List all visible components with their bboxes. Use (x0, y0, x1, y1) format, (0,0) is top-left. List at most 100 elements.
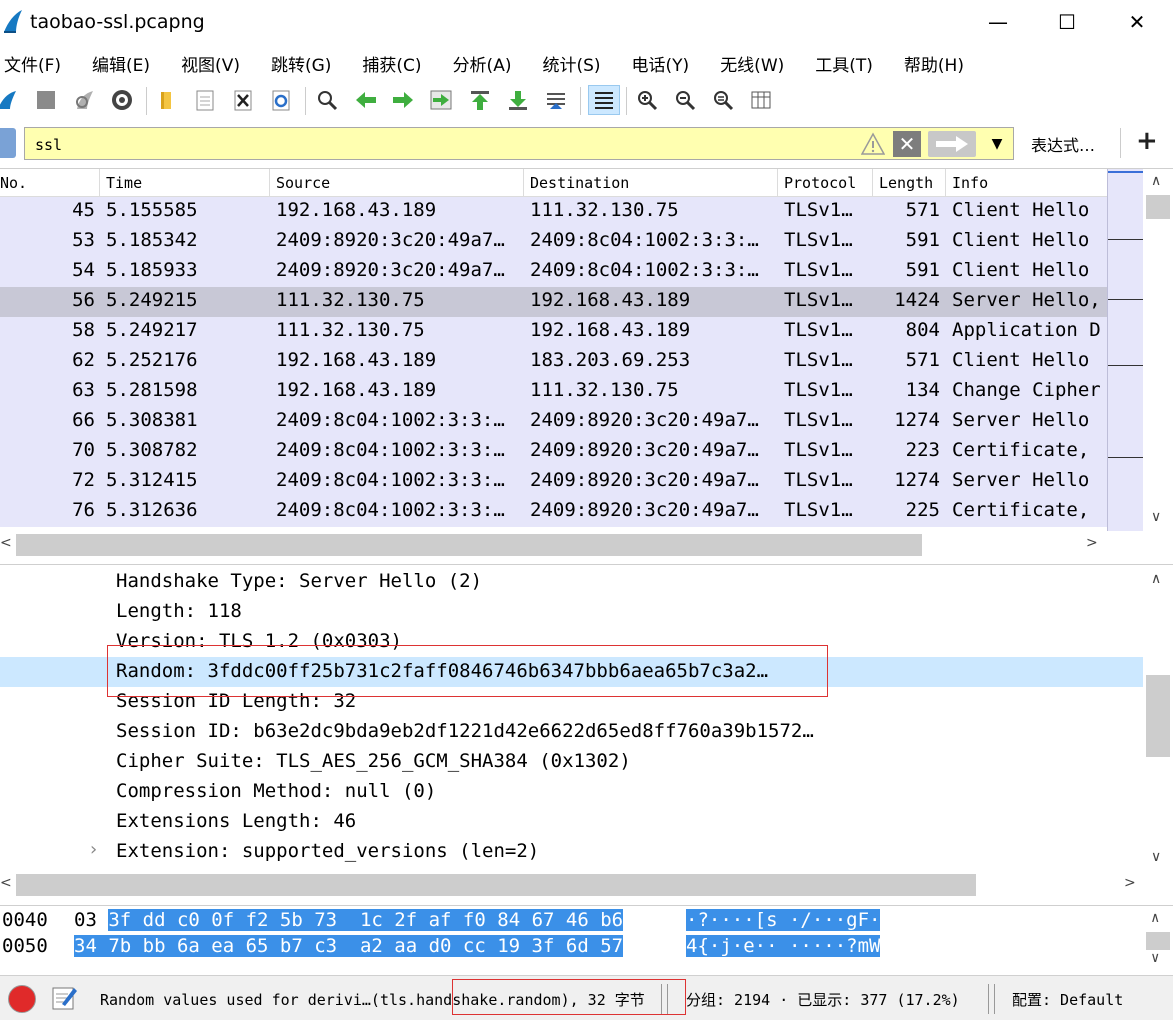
menu-edit[interactable]: 编辑(E) (92, 51, 150, 76)
last-packet-button[interactable] (505, 87, 531, 113)
save-file-button[interactable] (192, 87, 218, 113)
packet-row[interactable]: 72 5.312415 2409:8c04:1002:3:3:… 2409:8920:… (0, 467, 1107, 497)
go-back-button[interactable] (353, 87, 379, 113)
packet-cell-no: 63 (72, 379, 95, 401)
details-vertical-scrollbar[interactable]: ∧ ∨ (1143, 565, 1173, 871)
display-filter-input[interactable]: ssl ✕ ▼ (24, 127, 1014, 160)
column-header-source[interactable]: Source (270, 169, 524, 197)
detail-line[interactable]: Session ID Length: 32 (0, 687, 1143, 717)
detail-text: Random: 3fddc00ff25b731c2faff0846746b634… (116, 660, 769, 682)
first-packet-button[interactable] (467, 87, 493, 113)
packet-row[interactable]: 58 5.249217 111.32.130.75 192.168.43.189 TLS… (0, 317, 1107, 347)
packet-row[interactable]: 63 5.281598 192.168.43.189 111.32.130.75 TLS… (0, 377, 1107, 407)
details-horizontal-scrollbar[interactable]: < > (0, 871, 1143, 899)
menu-tools[interactable]: 工具(T) (815, 51, 873, 76)
detail-line[interactable]: Cipher Suite: TLS_AES_256_GCM_SHA384 (0x… (0, 747, 1143, 777)
scroll-right-icon[interactable]: > (1086, 535, 1098, 551)
go-to-packet-button[interactable] (428, 87, 454, 113)
scroll-down-icon[interactable]: ∨ (1151, 509, 1161, 525)
packet-row[interactable]: 62 5.252176 192.168.43.189 183.203.69.253 TL… (0, 347, 1107, 377)
scroll-up-icon[interactable]: ∧ (1151, 173, 1161, 189)
colorize-button[interactable] (588, 85, 620, 115)
detail-line[interactable]: › Extension: supported_versions (len=2) (0, 837, 1143, 867)
scroll-thumb[interactable] (1146, 932, 1170, 950)
add-filter-button[interactable]: + (1136, 126, 1158, 156)
detail-line[interactable]: Session ID: b63e2dc9bda9eb2df1221d42e662… (0, 717, 1143, 747)
scroll-thumb[interactable] (16, 874, 976, 896)
scroll-thumb[interactable] (16, 534, 922, 556)
packet-list-vertical-scrollbar[interactable]: ∧ ∨ (1143, 169, 1173, 531)
scroll-down-icon[interactable]: ∨ (1151, 849, 1161, 865)
close-file-icon (234, 90, 252, 111)
column-header-no[interactable]: No. (0, 169, 100, 197)
packet-row[interactable]: 76 5.312636 2409:8c04:1002:3:3:… 2409:8920:… (0, 497, 1107, 527)
detail-line[interactable]: Compression Method: null (0) (0, 777, 1143, 807)
menu-view[interactable]: 视图(V) (181, 51, 240, 76)
filter-bookmark-button[interactable] (0, 128, 16, 158)
packet-row[interactable]: 45 5.155585 192.168.43.189 111.32.130.75 TLS… (0, 197, 1107, 227)
status-profile[interactable]: 配置: Default (1012, 989, 1123, 1010)
zoom-in-button[interactable] (634, 87, 660, 113)
menu-analyze[interactable]: 分析(A) (453, 51, 512, 76)
menu-telephony[interactable]: 电话(Y) (632, 51, 690, 76)
expert-info-icon[interactable] (8, 985, 36, 1013)
stop-capture-button[interactable] (33, 87, 59, 113)
restart-capture-button[interactable] (71, 87, 97, 113)
maximize-button[interactable]: ☐ (1032, 0, 1102, 44)
close-file-button[interactable] (230, 87, 256, 113)
scroll-up-icon[interactable]: ∧ (1151, 571, 1161, 587)
detail-line[interactable]: Version: TLS 1.2 (0x0303) (0, 627, 1143, 657)
column-header-destination[interactable]: Destination (524, 169, 778, 197)
clear-filter-button[interactable]: ✕ (893, 131, 921, 157)
column-header-time[interactable]: Time (100, 169, 270, 197)
packet-list-horizontal-scrollbar[interactable]: < > (0, 531, 1107, 559)
scroll-left-icon[interactable]: < (0, 875, 12, 891)
normal-size-button[interactable] (710, 87, 736, 113)
menu-capture[interactable]: 捕获(C) (362, 51, 421, 76)
menu-file[interactable]: 文件(F) (4, 51, 61, 76)
menu-help[interactable]: 帮助(H) (904, 51, 964, 76)
resize-columns-button[interactable] (748, 87, 774, 113)
find-packet-button[interactable] (314, 87, 340, 113)
column-header-info[interactable]: Info (946, 169, 1107, 197)
column-header-length[interactable]: Length (873, 169, 946, 197)
packet-row[interactable]: 53 5.185342 2409:8920:3c20:49a7… 2409:8c04:… (0, 227, 1107, 257)
scroll-down-icon[interactable]: ∨ (1151, 950, 1159, 966)
detail-line[interactable]: Handshake Type: Server Hello (2) (0, 567, 1143, 597)
close-window-button[interactable]: ✕ (1102, 0, 1172, 44)
detail-line[interactable]: Random: 3fddc00ff25b731c2faff0846746b634… (0, 657, 1143, 687)
expression-button[interactable]: 表达式… (1031, 132, 1095, 156)
packet-row[interactable]: 54 5.185933 2409:8920:3c20:49a7… 2409:8c04:… (0, 257, 1107, 287)
minimize-button[interactable]: — (963, 0, 1033, 44)
packet-row[interactable]: 66 5.308381 2409:8c04:1002:3:3:… 2409:8920:… (0, 407, 1107, 437)
menu-wireless[interactable]: 无线(W) (720, 51, 784, 76)
scroll-thumb[interactable] (1146, 675, 1170, 757)
open-file-button[interactable] (154, 87, 180, 113)
autoscroll-button[interactable] (543, 87, 569, 113)
start-capture-button[interactable] (0, 87, 20, 113)
detail-line[interactable]: Length: 118 (0, 597, 1143, 627)
filter-history-dropdown[interactable]: ▼ (983, 131, 1011, 157)
apply-filter-button[interactable] (928, 131, 976, 157)
scroll-up-icon[interactable]: ∧ (1151, 910, 1159, 926)
expand-arrow-icon[interactable]: › (88, 839, 99, 860)
column-header-protocol[interactable]: Protocol (778, 169, 873, 197)
bytes-vertical-scrollbar[interactable]: ∧ ∨ (1143, 906, 1173, 972)
capture-options-button[interactable] (109, 87, 135, 113)
scroll-left-icon[interactable]: < (0, 535, 12, 551)
reload-file-button[interactable] (268, 87, 294, 113)
go-forward-button[interactable] (390, 87, 416, 113)
menu-go[interactable]: 跳转(G) (271, 51, 331, 76)
packet-row[interactable]: 56 5.249215 111.32.130.75 192.168.43.189 TLS… (0, 287, 1107, 317)
menu-statistics[interactable]: 统计(S) (542, 51, 600, 76)
scroll-right-icon[interactable]: > (1124, 875, 1136, 891)
packet-minimap[interactable] (1107, 169, 1144, 531)
scroll-thumb[interactable] (1146, 195, 1170, 219)
packet-cell-length: 1274 (894, 469, 940, 491)
detail-line[interactable]: Extensions Length: 46 (0, 807, 1143, 837)
packet-row[interactable]: 70 5.308782 2409:8c04:1002:3:3:… 2409:8920:… (0, 437, 1107, 467)
zoom-out-button[interactable] (672, 87, 698, 113)
capture-comment-icon[interactable] (50, 984, 78, 1012)
toolbar-separator (305, 87, 306, 115)
display-filter-text[interactable]: ssl (35, 136, 62, 154)
